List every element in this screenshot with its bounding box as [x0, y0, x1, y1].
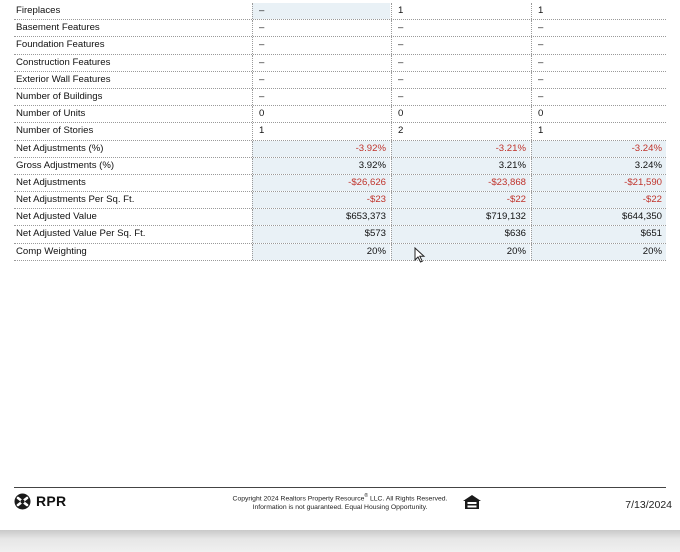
comp-2-value: -3.21%: [391, 140, 530, 157]
row-label: Net Adjustments Per Sq. Ft.: [16, 194, 135, 206]
comp-2-value: $719,132: [391, 209, 530, 226]
comp-3-value: $651: [531, 226, 666, 243]
copyright-line-2: Information is not guaranteed. Equal Hou…: [252, 504, 428, 512]
row-label: Number of Stories: [16, 125, 94, 137]
report-page: Fireplaces –1 1 Basement Features – – – Foundat…: [0, 0, 680, 530]
row-label: Construction Features: [16, 56, 111, 68]
copyright-line-1: Copyright 2024 Realtors Property Resourc…: [232, 495, 365, 503]
comp-1-value: 20%: [252, 243, 390, 260]
comp-1-value: 3.92%: [252, 157, 390, 174]
comp-3-value: 0: [531, 106, 666, 123]
table-row: Exterior Wall Features – – –: [14, 71, 666, 89]
comp-1-value: 1: [252, 123, 390, 140]
rpr-logo: RPR: [14, 492, 66, 510]
comp-3-value: 3.24%: [531, 157, 666, 174]
table-row: Number of Stories 1 2 1: [14, 123, 666, 141]
table-row: Basement Features – – –: [14, 20, 666, 38]
comp-2-value: 2: [391, 123, 530, 140]
table-row: Net Adjusted Value Per Sq. Ft. $573 $636 $6…: [14, 226, 666, 244]
comp-1-value: -3.92%: [252, 140, 390, 157]
comp-3-value: –: [531, 54, 666, 71]
comp-2-value: –: [391, 37, 530, 54]
comp-2-value: –: [391, 54, 530, 71]
comp-1-value: $573: [252, 226, 390, 243]
comp-2-value: -$22: [391, 192, 530, 209]
table-row: Number of Units 0 0 0: [14, 106, 666, 124]
row-label: Gross Adjustments (%): [16, 159, 115, 171]
comp-3-value: –: [531, 20, 666, 37]
table-row: Net Adjustments -$26,626 -$23,868 -$21,590: [14, 174, 666, 193]
row-label: Net Adjustments: [16, 176, 86, 188]
comp-2-value: –: [391, 88, 530, 106]
row-label: Fireplaces: [16, 5, 61, 16]
comp-3-value: –: [531, 37, 666, 54]
table-row: Foundation Features – – –: [14, 37, 666, 55]
comp-3-value: 20%: [531, 243, 666, 260]
table-row: Net Adjustments Per Sq. Ft. -$23 -$22 -$22: [14, 192, 666, 210]
comp-1-value: –: [252, 3, 390, 20]
table-row: Net Adjusted Value $653,373 $719,132 $644,3…: [14, 209, 666, 227]
comp-3-value: -3.24%: [531, 140, 666, 157]
comp-1-value: -$26,626: [252, 174, 390, 192]
table-row: Gross Adjustments (%) 3.92% 3.21% 3.24%: [14, 157, 666, 175]
table-row: Construction Features – – –: [14, 54, 666, 72]
comp-1-value: $653,373: [252, 209, 390, 226]
row-label: Foundation Features: [16, 39, 105, 51]
table-row: Number of Buildings – – –: [14, 88, 666, 107]
comp-3-value: 1: [531, 123, 666, 140]
comp-2-value: 20%: [391, 243, 530, 260]
comp-3-value: –: [531, 88, 666, 106]
row-label: Number of Units: [16, 108, 86, 120]
logo-text: RPR: [36, 493, 67, 509]
table-row: Comp Weighting 20% 20% 20%: [14, 243, 666, 261]
comp-1-value: –: [252, 88, 390, 106]
comp-1-value: –: [252, 37, 390, 54]
comp-3-value: -$22: [531, 192, 666, 209]
comp-2-value: 3.21%: [391, 157, 530, 174]
comp-3-value: –: [531, 71, 666, 88]
row-label: Net Adjustments (%): [16, 142, 104, 154]
comp-2-value: 1: [391, 3, 530, 20]
row-label: Net Adjusted Value: [16, 211, 97, 223]
footer-divider: [14, 487, 666, 488]
row-label: Number of Buildings: [16, 90, 103, 102]
table-row: Fireplaces –1 1: [14, 3, 666, 21]
comp-3-value: 1: [531, 3, 666, 20]
row-label: Net Adjusted Value Per Sq. Ft.: [16, 228, 146, 240]
table-row: Net Adjustments (%) -3.92% -3.21% -3.24%: [14, 140, 666, 158]
report-date: 7/13/2024: [625, 499, 672, 511]
comp-2-value: –: [391, 20, 530, 37]
comp-2-value: –: [391, 71, 530, 88]
comp-2-value: $636: [391, 226, 530, 243]
comp-3-value: -$21,590: [531, 174, 666, 192]
rpr-logo-icon: [14, 493, 31, 509]
comp-3-value: $644,350: [531, 209, 666, 226]
copyright-line-1-end: LLC. All Rights Reserved.: [368, 495, 448, 503]
row-label: Exterior Wall Features: [16, 73, 111, 85]
mouse-pointer-icon: [414, 247, 426, 263]
row-label: Comp Weighting: [16, 245, 87, 257]
comp-1-value: –: [252, 54, 390, 71]
comp-1-value: –: [252, 20, 390, 37]
comp-2-value: 0: [391, 106, 530, 123]
viewer-bottom-bar: [0, 530, 680, 552]
row-label: Basement Features: [16, 22, 100, 34]
comp-1-value: -$23: [252, 192, 390, 209]
comp-2-value: -$23,868: [391, 174, 530, 192]
copyright-notice: Copyright 2024 Realtors Property Resourc…: [210, 492, 470, 512]
comp-1-value: –: [252, 71, 390, 88]
comparables-table: Fireplaces –1 1 Basement Features – – – Foundat…: [14, 3, 666, 261]
equal-housing-icon: [463, 495, 481, 509]
comp-1-value: 0: [252, 106, 390, 123]
